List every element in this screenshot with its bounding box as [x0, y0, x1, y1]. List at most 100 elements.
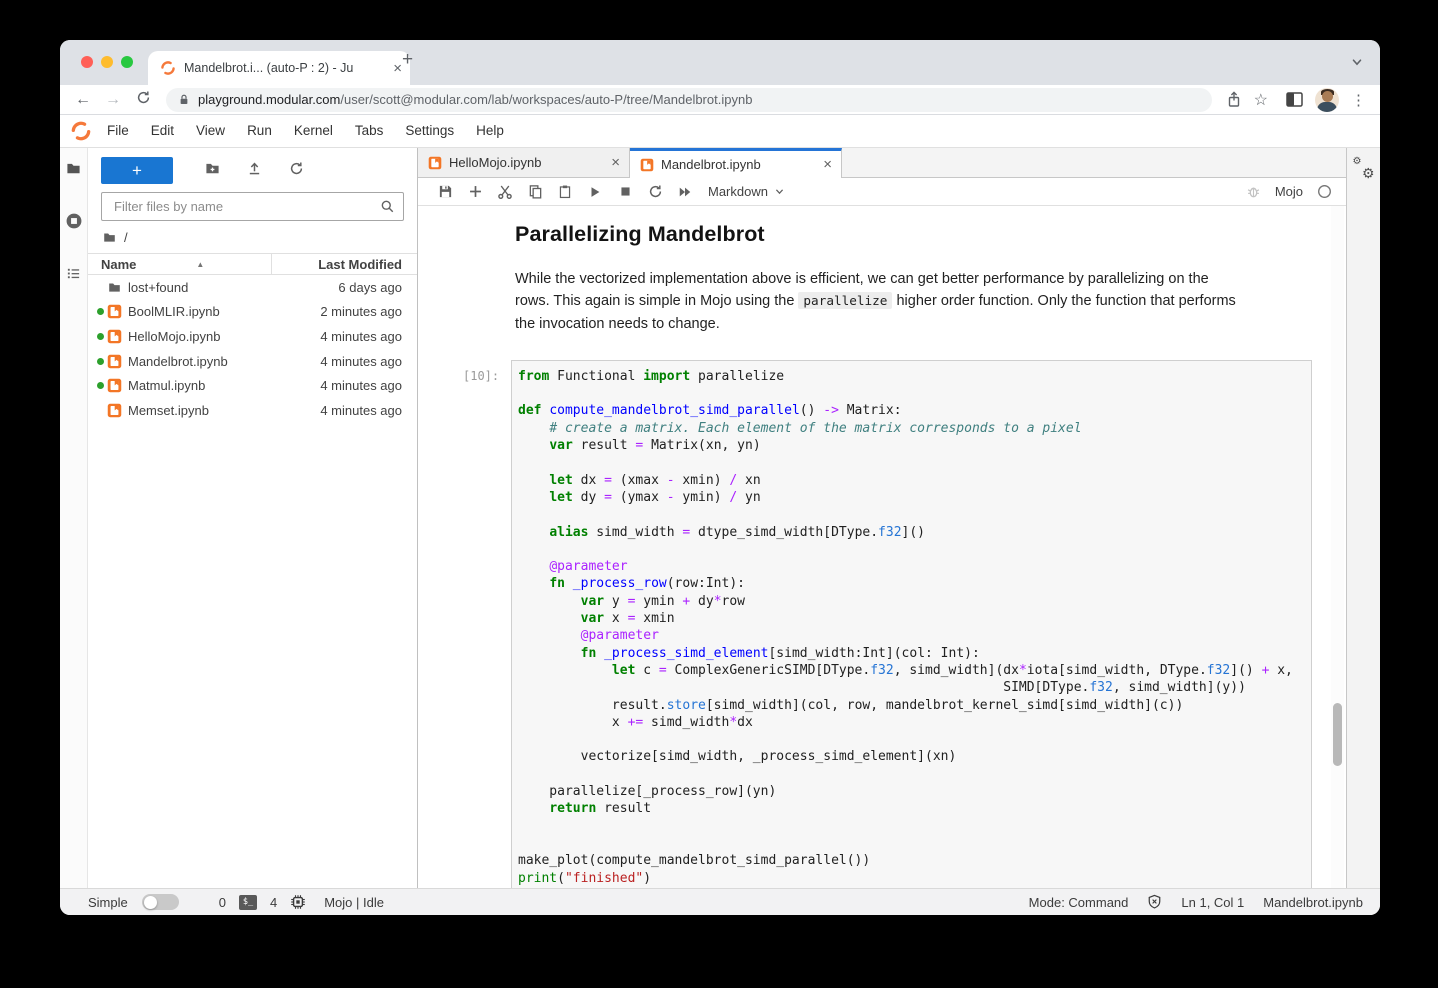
menu-item-file[interactable]: File: [96, 123, 140, 138]
scrollbar-thumb[interactable]: [1333, 703, 1342, 766]
bookmark-star-icon[interactable]: ☆: [1254, 90, 1268, 110]
menu-item-run[interactable]: Run: [236, 123, 283, 138]
filter-files-input[interactable]: [112, 198, 380, 215]
share-icon[interactable]: [1226, 91, 1242, 108]
filter-files-box: [101, 192, 404, 221]
debugger-bug-icon[interactable]: [1246, 184, 1261, 199]
add-cell-icon[interactable]: [460, 184, 490, 199]
jupyterlab-main: + /: [60, 148, 1380, 888]
file-row[interactable]: Memset.ipynb 4 minutes ago: [88, 398, 417, 423]
kernel-status-icon[interactable]: [1317, 184, 1332, 199]
code-line: result.store[simd_width](col, row, mande…: [518, 697, 1184, 713]
cut-cells-icon[interactable]: [490, 184, 520, 200]
cell-type-dropdown[interactable]: Markdown: [708, 184, 785, 199]
kernel-chip-icon[interactable]: [290, 894, 306, 910]
menu-item-settings[interactable]: Settings: [394, 123, 465, 138]
file-row[interactable]: Mandelbrot.ipynb 4 minutes ago: [88, 349, 417, 374]
code-cell[interactable]: [10]: from Functional import parallelize…: [463, 359, 1312, 888]
new-folder-icon[interactable]: [191, 161, 233, 181]
command-mode-indicator[interactable]: Mode: Command: [1029, 895, 1129, 910]
notebook-tab-hellomojo-ipynb[interactable]: HelloMojo.ipynb ×: [418, 148, 630, 177]
paste-cells-icon[interactable]: [550, 184, 580, 199]
menu-item-view[interactable]: View: [185, 123, 236, 138]
tab-search-chevron-icon[interactable]: [1350, 55, 1364, 74]
notebook-tab-mandelbrot-ipynb[interactable]: Mandelbrot.ipynb ×: [630, 148, 842, 178]
property-inspector-gears-icon[interactable]: ⚙ ⚙: [1353, 156, 1375, 181]
refresh-file-list-icon[interactable]: [275, 161, 317, 181]
notebook-content: Parallelizing Mandelbrot While the vecto…: [418, 206, 1346, 888]
file-name: lost+found: [128, 279, 189, 295]
tab-close-icon[interactable]: ×: [611, 154, 620, 171]
kernel-status-text[interactable]: Mojo | Idle: [324, 895, 384, 910]
column-name[interactable]: Name ▲: [88, 254, 272, 274]
file-row[interactable]: lost+found 6 days ago: [88, 275, 417, 300]
new-launcher-button[interactable]: +: [101, 157, 173, 184]
file-row[interactable]: BoolMLIR.ipynb 2 minutes ago: [88, 300, 417, 325]
interrupt-kernel-icon[interactable]: [610, 185, 640, 198]
copy-cells-icon[interactable]: [520, 184, 550, 199]
save-icon[interactable]: [430, 184, 460, 199]
notebook-file-icon: [640, 158, 654, 172]
code-line: fn _process_simd_element[simd_width:Int]…: [580, 645, 980, 661]
run-cell-icon[interactable]: [580, 185, 610, 199]
table-of-contents-icon[interactable]: [65, 266, 82, 281]
code-editor[interactable]: from Functional import parallelize def co…: [511, 359, 1312, 888]
terminals-count: 0: [218, 894, 226, 910]
browser-menu-icon[interactable]: ⋮: [1351, 91, 1366, 109]
menu-item-kernel[interactable]: Kernel: [283, 123, 344, 138]
browser-tab-title: Mandelbrot.i... (auto-P : 2) - Ju: [184, 61, 354, 75]
column-last-modified[interactable]: Last Modified: [272, 257, 417, 272]
minimize-window-button[interactable]: [101, 56, 113, 68]
restart-run-all-icon[interactable]: [670, 185, 700, 199]
inline-code: parallelize: [798, 292, 893, 310]
browser-urlbar: ← → playground.modular.com/user/scott@mo…: [60, 85, 1380, 115]
file-name: Mandelbrot.ipynb: [128, 353, 228, 369]
trust-shield-icon[interactable]: [1147, 894, 1162, 910]
file-name: HelloMojo.ipynb: [128, 328, 221, 344]
cell-execution-prompt: [10]:: [463, 368, 500, 383]
favicon-mojo-icon: [160, 60, 176, 76]
menu-item-help[interactable]: Help: [465, 123, 515, 138]
upload-icon[interactable]: [233, 161, 275, 181]
kernel-name[interactable]: Mojo: [1275, 184, 1303, 199]
reload-icon[interactable]: [130, 90, 156, 110]
back-icon[interactable]: ←: [70, 91, 96, 109]
browser-window: Mandelbrot.i... (auto-P : 2) - Ju × + ← …: [60, 40, 1380, 915]
breadcrumb-root[interactable]: /: [124, 230, 128, 245]
profile-avatar[interactable]: [1315, 87, 1339, 112]
file-name: BoolMLIR.ipynb: [128, 304, 220, 320]
file-browser-icon[interactable]: [65, 161, 82, 176]
tab-close-icon[interactable]: ×: [393, 61, 402, 76]
file-modified: 4 minutes ago: [320, 328, 402, 344]
code-line: from Functional import parallelize: [518, 368, 785, 384]
code-line: var x = xmin: [580, 611, 675, 627]
tab-close-icon[interactable]: ×: [823, 156, 832, 173]
simple-mode-toggle[interactable]: [141, 894, 179, 910]
side-panel-icon[interactable]: [1286, 92, 1303, 107]
notebook-file-icon: [107, 304, 128, 319]
file-row[interactable]: Matmul.ipynb 4 minutes ago: [88, 373, 417, 398]
close-window-button[interactable]: [81, 56, 93, 68]
cursor-position[interactable]: Ln 1, Col 1: [1181, 895, 1244, 910]
notebook-scrollbar[interactable]: [1331, 206, 1344, 888]
restart-kernel-icon[interactable]: [640, 184, 670, 199]
menu-item-edit[interactable]: Edit: [140, 123, 185, 138]
notebook-file-icon: [107, 329, 128, 344]
forward-icon[interactable]: →: [100, 91, 126, 109]
new-tab-button[interactable]: +: [402, 49, 413, 71]
browser-tab[interactable]: Mandelbrot.i... (auto-P : 2) - Ju ×: [148, 51, 410, 85]
right-sidebar: ⚙ ⚙: [1346, 148, 1380, 888]
terminal-icon[interactable]: $_: [238, 894, 257, 910]
address-bar[interactable]: playground.modular.com/user/scott@modula…: [166, 87, 1212, 112]
code-line: def compute_mandelbrot_simd_parallel() -…: [518, 403, 902, 419]
maximize-window-button[interactable]: [121, 56, 133, 68]
notebook-paragraph: While the vectorized implementation abov…: [515, 271, 1236, 332]
breadcrumb[interactable]: /: [88, 221, 417, 253]
running-kernels-icon[interactable]: [65, 212, 83, 230]
menu-item-tabs[interactable]: Tabs: [344, 123, 395, 138]
file-row[interactable]: HelloMojo.ipynb 4 minutes ago: [88, 324, 417, 349]
markdown-cell[interactable]: Parallelizing Mandelbrot While the vecto…: [515, 222, 1236, 335]
